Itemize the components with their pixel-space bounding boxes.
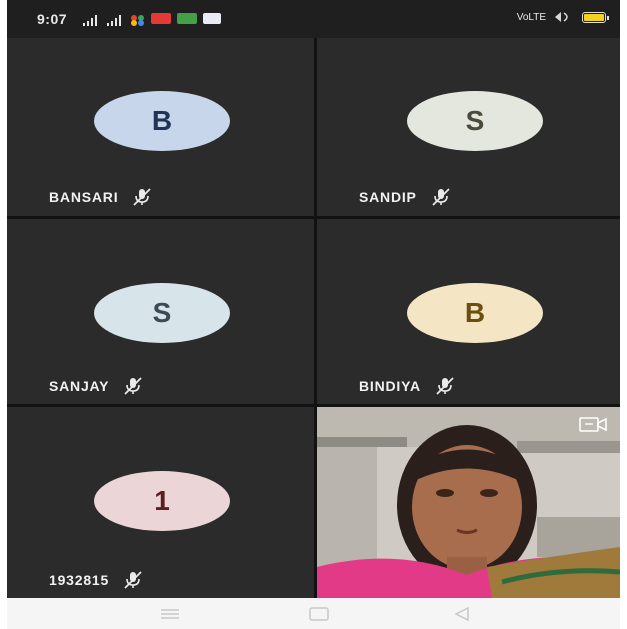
avatar: B <box>407 283 543 343</box>
participant-tile[interactable]: B BINDIYA <box>317 219 620 404</box>
participant-name-row: SANDIP <box>359 188 451 206</box>
app-notification-icon <box>130 13 145 26</box>
self-video-feed <box>317 407 620 598</box>
mic-off-icon <box>124 571 142 589</box>
participant-name-row: BINDIYA <box>359 377 455 395</box>
chat-notification-icon <box>177 13 197 24</box>
participant-tile[interactable]: S SANDIP <box>317 38 620 216</box>
participant-name-row: SANJAY <box>49 377 143 395</box>
participant-grid: B BANSARI S SANDIP S SANJAY B BINDIYA 1 … <box>7 38 620 598</box>
battery-icon <box>582 11 609 23</box>
status-bar: 9:07 VoLTE <box>7 0 620 38</box>
mic-off-icon <box>124 377 142 395</box>
participant-name: BINDIYA <box>359 378 421 394</box>
signal-icon-2 <box>107 14 121 26</box>
mic-off-icon <box>436 377 454 395</box>
status-right-group: VoLTE <box>516 11 609 23</box>
app-notification-icon-2 <box>203 13 221 24</box>
volte-label: VoLTE <box>516 11 546 23</box>
participant-tile[interactable]: 1 1932815 <box>7 407 314 598</box>
navigation-bar <box>7 598 620 629</box>
signal-icon <box>83 14 97 26</box>
participant-tile[interactable]: B BANSARI <box>7 38 314 216</box>
participant-name: 1932815 <box>49 572 110 588</box>
menu-icon[interactable] <box>159 607 181 621</box>
phone-screen: 9:07 VoLTE B BANSARI S SANDIP S SANJAY B… <box>7 0 620 629</box>
avatar: 1 <box>94 471 230 531</box>
participant-name: BANSARI <box>49 189 119 205</box>
data-wifi-icon <box>555 12 568 22</box>
mic-off-icon <box>133 188 152 206</box>
home-icon[interactable] <box>307 606 331 622</box>
self-video-tile[interactable] <box>317 407 620 598</box>
mic-off-icon <box>432 188 450 206</box>
switch-camera-icon[interactable] <box>578 415 608 435</box>
youtube-notification-icon <box>151 13 171 24</box>
participant-name-row: BANSARI <box>49 188 152 206</box>
participant-tile[interactable]: S SANJAY <box>7 219 314 404</box>
participant-name: SANJAY <box>49 378 110 394</box>
status-time: 9:07 <box>37 11 68 27</box>
avatar: S <box>94 283 230 343</box>
avatar: B <box>94 91 230 151</box>
participant-name-row: 1932815 <box>49 571 143 589</box>
back-icon[interactable] <box>452 606 472 622</box>
avatar: S <box>407 91 543 151</box>
participant-name: SANDIP <box>359 189 417 205</box>
